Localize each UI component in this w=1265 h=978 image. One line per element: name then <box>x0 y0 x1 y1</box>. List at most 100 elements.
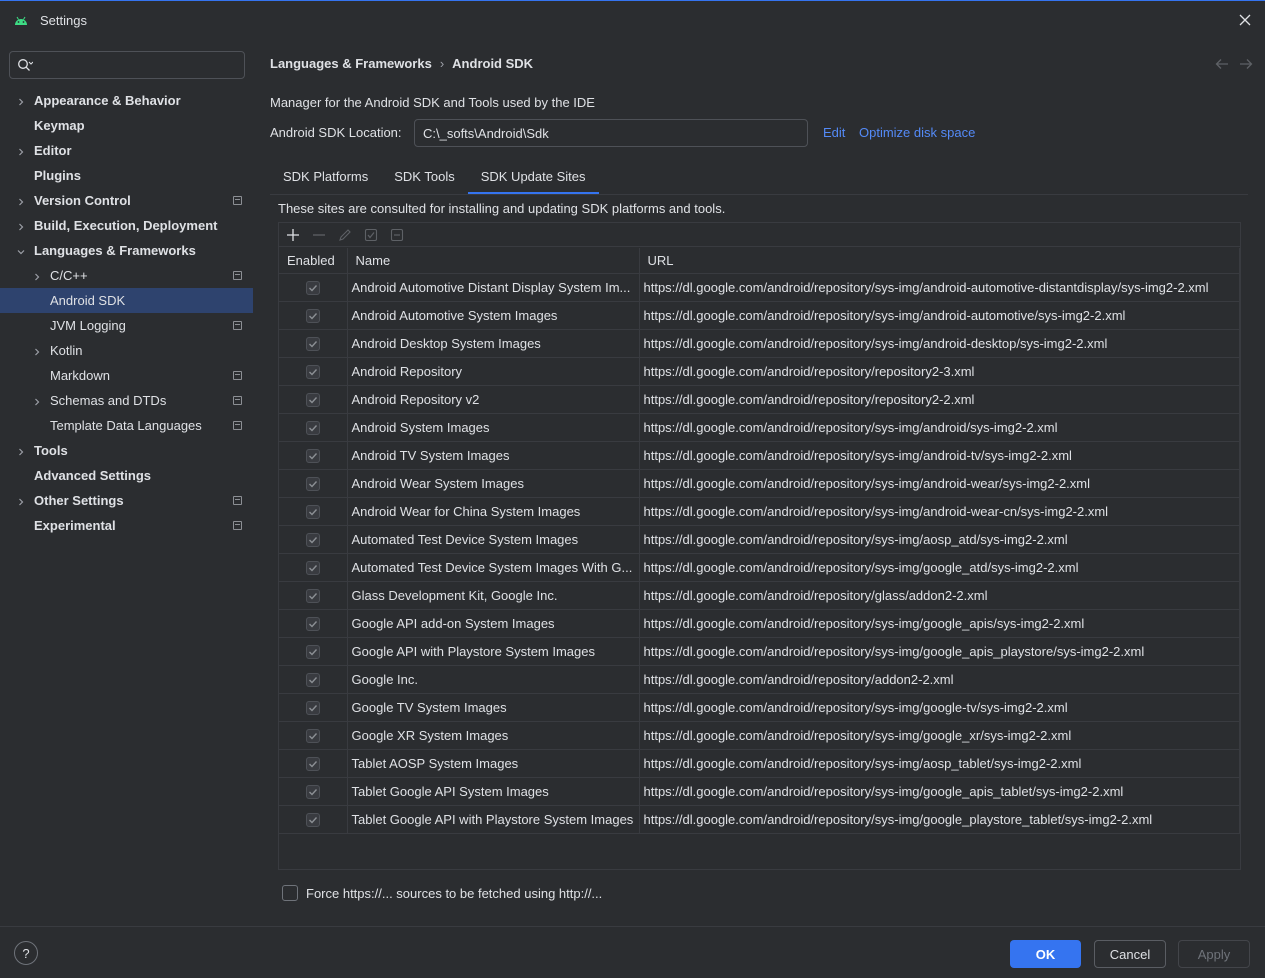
edit-link[interactable]: Edit <box>823 125 845 140</box>
back-arrow-icon[interactable] <box>1215 57 1229 74</box>
help-icon[interactable]: ? <box>14 941 38 965</box>
enabled-checkbox[interactable] <box>305 812 320 827</box>
sidebar-item[interactable]: JVM Logging <box>0 313 253 338</box>
site-name-cell: Tablet Google API System Images <box>347 777 640 806</box>
sidebar-item[interactable]: Kotlin <box>0 338 253 363</box>
tab-sdk-update-sites[interactable]: SDK Update Sites <box>467 157 599 195</box>
chevron-right-icon[interactable] <box>32 345 42 356</box>
tab-sdk-platforms[interactable]: SDK Platforms <box>270 157 381 195</box>
enabled-checkbox[interactable] <box>305 672 320 687</box>
enabled-checkbox[interactable] <box>305 448 320 463</box>
chevron-right-icon[interactable] <box>16 220 26 231</box>
project-scope-icon <box>233 496 242 505</box>
ok-button[interactable]: OK <box>1010 940 1081 968</box>
deselect-all-icon[interactable] <box>389 227 405 243</box>
enabled-checkbox[interactable] <box>305 700 320 715</box>
site-url-cell: https://dl.google.com/android/repository… <box>639 553 1240 582</box>
table-row[interactable]: Tablet Google API with Playstore System … <box>279 805 1240 834</box>
table-row[interactable]: Google XR System Images https://dl.google… <box>279 721 1240 750</box>
table-row[interactable]: Automated Test Device System Images With… <box>279 553 1240 582</box>
site-name-cell: Android Automotive Distant Display Syste… <box>347 273 640 302</box>
column-header-name[interactable]: Name <box>347 248 640 274</box>
chevron-right-icon[interactable] <box>16 95 26 106</box>
sidebar-item[interactable]: Tools <box>0 438 253 463</box>
enabled-checkbox[interactable] <box>305 364 320 379</box>
sidebar-item[interactable]: Plugins <box>0 163 253 188</box>
search-input[interactable] <box>9 51 245 79</box>
table-row[interactable]: Android Wear for China System Images http… <box>279 497 1240 526</box>
table-row[interactable]: Android System Images https://dl.google.c… <box>279 413 1240 442</box>
chevron-down-icon[interactable] <box>16 245 26 255</box>
enabled-checkbox[interactable] <box>305 420 320 435</box>
table-row[interactable]: Google API with Playstore System Images h… <box>279 637 1240 666</box>
enabled-checkbox[interactable] <box>305 280 320 295</box>
column-header-enabled[interactable]: Enabled <box>279 248 348 274</box>
enabled-checkbox[interactable] <box>305 616 320 631</box>
sidebar-item[interactable]: Template Data Languages <box>0 413 253 438</box>
sidebar-item[interactable]: Languages & Frameworks <box>0 238 253 263</box>
chevron-right-icon[interactable] <box>32 395 42 406</box>
table-row[interactable]: Google TV System Images https://dl.google… <box>279 693 1240 722</box>
enabled-checkbox[interactable] <box>305 728 320 743</box>
sidebar-item[interactable]: Other Settings <box>0 488 253 513</box>
cancel-button[interactable]: Cancel <box>1094 940 1166 968</box>
table-row[interactable]: Glass Development Kit, Google Inc. https:… <box>279 581 1240 610</box>
enabled-checkbox[interactable] <box>305 336 320 351</box>
sidebar-item[interactable]: Experimental <box>0 513 253 538</box>
add-icon[interactable] <box>285 227 301 243</box>
table-row[interactable]: Tablet Google API System Images https://d… <box>279 777 1240 806</box>
table-row[interactable]: Android Desktop System Images https://dl.… <box>279 329 1240 358</box>
chevron-right-icon[interactable] <box>16 195 26 206</box>
remove-icon[interactable] <box>311 227 327 243</box>
window-title: Settings <box>40 13 87 28</box>
enabled-checkbox[interactable] <box>305 784 320 799</box>
chevron-right-icon[interactable] <box>16 145 26 156</box>
sidebar-item[interactable]: Build, Execution, Deployment <box>0 213 253 238</box>
table-row[interactable]: Android Repository v2 https://dl.google.c… <box>279 385 1240 414</box>
sidebar-item[interactable]: Editor <box>0 138 253 163</box>
sdk-location-field[interactable] <box>414 119 808 147</box>
sidebar-item[interactable]: Appearance & Behavior <box>0 88 253 113</box>
chevron-right-icon[interactable] <box>32 270 42 281</box>
apply-button[interactable]: Apply <box>1178 940 1250 968</box>
table-row[interactable]: Google API add-on System Images https://d… <box>279 609 1240 638</box>
chevron-right-icon[interactable] <box>16 445 26 456</box>
enabled-checkbox[interactable] <box>305 308 320 323</box>
chevron-right-icon[interactable] <box>16 495 26 506</box>
enabled-checkbox[interactable] <box>305 560 320 575</box>
sidebar-item[interactable]: Version Control <box>0 188 253 213</box>
sidebar-item[interactable]: C/C++ <box>0 263 253 288</box>
enabled-checkbox[interactable] <box>305 532 320 547</box>
forward-arrow-icon[interactable] <box>1239 57 1253 74</box>
sidebar-item[interactable]: Markdown <box>0 363 253 388</box>
enabled-checkbox[interactable] <box>305 504 320 519</box>
site-url-cell: https://dl.google.com/android/repository… <box>639 497 1240 526</box>
table-row[interactable]: Android Automotive Distant Display Syste… <box>279 273 1240 302</box>
force-http-checkbox[interactable] <box>282 885 298 901</box>
table-row[interactable]: Google Inc. https://dl.google.com/android… <box>279 665 1240 694</box>
sidebar-item[interactable]: Advanced Settings <box>0 463 253 488</box>
enabled-checkbox[interactable] <box>305 756 320 771</box>
enabled-checkbox[interactable] <box>305 644 320 659</box>
project-scope-icon <box>233 421 242 430</box>
table-row[interactable]: Automated Test Device System Images https… <box>279 525 1240 554</box>
optimize-disk-space-link[interactable]: Optimize disk space <box>859 125 975 140</box>
enabled-checkbox[interactable] <box>305 588 320 603</box>
table-row[interactable]: Android TV System Images https://dl.googl… <box>279 441 1240 470</box>
table-row[interactable]: Android Repository https://dl.google.com/… <box>279 357 1240 386</box>
column-header-url[interactable]: URL <box>639 248 1240 274</box>
table-row[interactable]: Android Automotive System Images https://… <box>279 301 1240 330</box>
breadcrumb-current: Android SDK <box>452 56 534 71</box>
close-icon[interactable] <box>1235 10 1255 30</box>
select-all-icon[interactable] <box>363 227 379 243</box>
sidebar-item[interactable]: Keymap <box>0 113 253 138</box>
sidebar-item[interactable]: Android SDK <box>0 288 253 313</box>
table-row[interactable]: Tablet AOSP System Images https://dl.goog… <box>279 749 1240 778</box>
enabled-checkbox[interactable] <box>305 392 320 407</box>
enabled-checkbox[interactable] <box>305 476 320 491</box>
table-row[interactable]: Android Wear System Images https://dl.goo… <box>279 469 1240 498</box>
sidebar-item[interactable]: Schemas and DTDs <box>0 388 253 413</box>
edit-icon[interactable] <box>337 227 353 243</box>
tab-sdk-tools[interactable]: SDK Tools <box>381 157 467 195</box>
breadcrumb-parent[interactable]: Languages & Frameworks <box>270 56 432 71</box>
